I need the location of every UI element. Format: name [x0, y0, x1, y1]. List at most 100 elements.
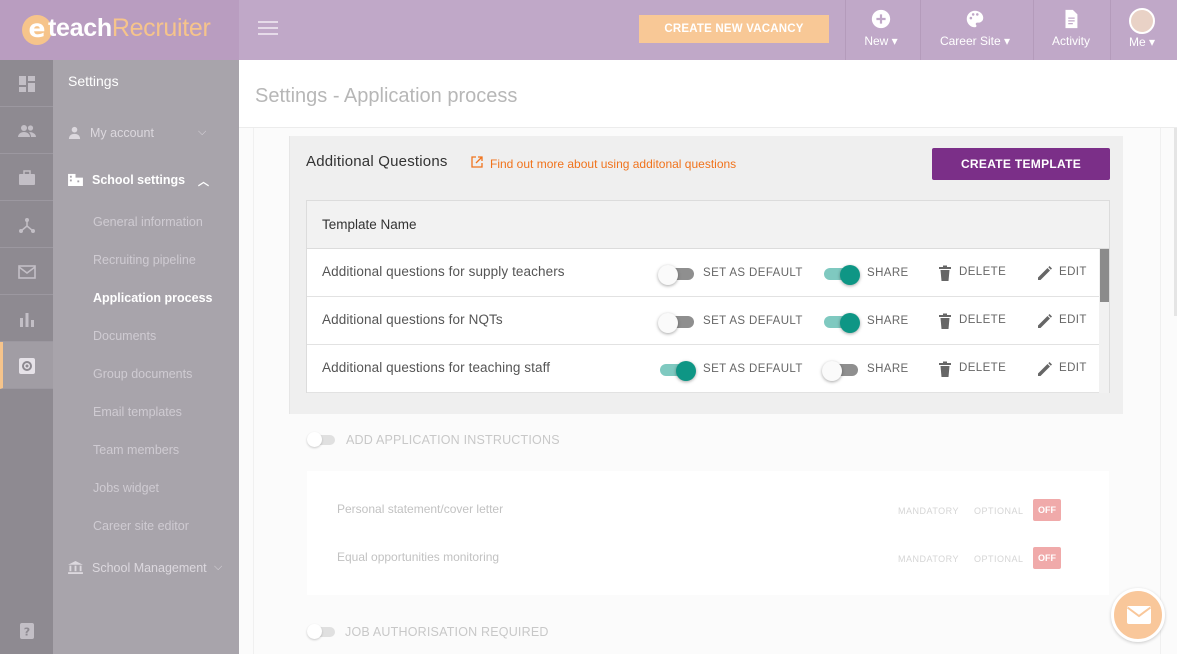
column-header-template-name: Template Name: [322, 217, 417, 232]
menu-jobs-widget[interactable]: Jobs widget: [93, 481, 159, 495]
trash-icon[interactable]: [937, 265, 953, 281]
pencil-icon[interactable]: [1037, 265, 1053, 281]
set-default-label: SET AS DEFAULT: [703, 315, 803, 327]
rail-reports[interactable]: [0, 295, 53, 342]
additional-questions-help-link[interactable]: Find out more about using additonal ques…: [490, 157, 736, 171]
edit-button[interactable]: EDIT: [1059, 362, 1087, 374]
rail-help[interactable]: ?: [0, 607, 53, 654]
share-toggle[interactable]: [824, 313, 860, 333]
gear-icon: [19, 358, 35, 374]
share-toggle[interactable]: [822, 361, 858, 381]
brand-logo[interactable]: e teachRecruiter: [0, 0, 239, 60]
trash-icon[interactable]: [937, 313, 953, 329]
menu-career-site-editor[interactable]: Career site editor: [93, 519, 189, 533]
chat-button[interactable]: [1111, 588, 1165, 642]
menu-school-settings-label: School settings: [92, 173, 186, 187]
menu-group-documents[interactable]: Group documents: [93, 367, 192, 381]
dashboard-icon: [19, 76, 35, 92]
job-authorisation-toggle[interactable]: [307, 624, 335, 639]
menu-school-management-label: School Management: [92, 561, 207, 575]
nav-activity[interactable]: Activity: [1044, 0, 1098, 60]
table-row: Additional questions for supply teachers…: [307, 249, 1099, 297]
nav-divider: [1033, 0, 1034, 60]
people-icon: [18, 125, 36, 137]
settings-menu-title: Settings: [68, 73, 119, 89]
pencil-icon[interactable]: [1037, 361, 1053, 377]
share-toggle[interactable]: [824, 265, 860, 285]
instruction-row-label: Equal opportunities monitoring: [337, 550, 500, 564]
instruction-row-label: Personal statement/cover letter: [337, 502, 504, 516]
share-label: SHARE: [867, 315, 909, 327]
rail-pipeline[interactable]: [0, 201, 53, 248]
chevron-down-icon: ⌵: [198, 126, 207, 138]
off-badge[interactable]: OFF: [1033, 499, 1061, 521]
templates-table: Template Name Additional questions for s…: [306, 200, 1110, 393]
menu-documents[interactable]: Documents: [93, 329, 156, 343]
external-link-icon: [471, 156, 483, 168]
menu-email-templates[interactable]: Email templates: [93, 405, 182, 419]
building-icon: [68, 173, 83, 186]
nav-divider: [1110, 0, 1111, 60]
menu-my-account-label: My account: [90, 126, 154, 140]
page-header: Settings - Application process: [239, 60, 1177, 128]
job-authorisation-label: JOB AUTHORISATION REQUIRED: [345, 625, 549, 639]
bar-chart-icon: [20, 313, 34, 327]
rail-candidates[interactable]: [0, 107, 53, 154]
hamburger-menu-icon[interactable]: [258, 21, 278, 37]
menu-school-management[interactable]: School Management ⌵: [68, 561, 222, 575]
edit-button[interactable]: EDIT: [1059, 314, 1087, 326]
set-default-label: SET AS DEFAULT: [703, 363, 803, 375]
share-label: SHARE: [867, 267, 909, 279]
menu-recruiting-pipeline[interactable]: Recruiting pipeline: [93, 253, 196, 267]
delete-button[interactable]: DELETE: [959, 266, 1006, 278]
edit-button[interactable]: EDIT: [1059, 266, 1087, 278]
network-icon: [19, 218, 35, 233]
create-template-button[interactable]: CREATE TEMPLATE: [932, 148, 1110, 180]
menu-my-account[interactable]: My account ⌵: [68, 126, 206, 140]
person-icon: [68, 126, 81, 139]
document-icon: [1065, 9, 1078, 29]
nav-career-site[interactable]: Career Site ▾: [933, 0, 1017, 60]
plus-circle-icon: [871, 9, 891, 29]
set-default-label: SET AS DEFAULT: [703, 267, 803, 279]
set-default-toggle[interactable]: [658, 313, 694, 333]
set-default-toggle[interactable]: [658, 265, 694, 285]
mandatory-option[interactable]: MANDATORY: [898, 554, 959, 564]
menu-school-settings[interactable]: School settings ︿: [68, 173, 209, 188]
template-name: Additional questions for supply teachers: [322, 264, 565, 279]
delete-button[interactable]: DELETE: [959, 314, 1006, 326]
template-name: Additional questions for NQTs: [322, 312, 503, 327]
additional-questions-title: Additional Questions: [306, 153, 448, 170]
create-new-vacancy-button[interactable]: CREATE NEW VACANCY: [639, 15, 829, 43]
application-instructions-toggle[interactable]: [307, 432, 335, 447]
template-name: Additional questions for teaching staff: [322, 360, 551, 375]
nav-me[interactable]: Me ▾: [1118, 0, 1166, 60]
pencil-icon[interactable]: [1037, 313, 1053, 329]
svg-text:?: ?: [24, 626, 30, 639]
briefcase-icon: [19, 170, 35, 185]
delete-button[interactable]: DELETE: [959, 362, 1006, 374]
settings-menu: Settings My account ⌵ School settings ︿ …: [53, 60, 239, 654]
table-row: Additional questions for teaching staff …: [307, 345, 1099, 393]
menu-general-information[interactable]: General information: [93, 215, 203, 229]
optional-option[interactable]: OPTIONAL: [974, 506, 1024, 516]
bank-icon: [68, 561, 83, 574]
optional-option[interactable]: OPTIONAL: [974, 554, 1024, 564]
mandatory-option[interactable]: MANDATORY: [898, 506, 959, 516]
menu-application-process[interactable]: Application process: [93, 291, 212, 305]
icon-rail: ?: [0, 60, 53, 654]
table-scrollbar[interactable]: [1099, 249, 1109, 393]
nav-new[interactable]: New ▾: [855, 0, 907, 60]
table-header: Template Name: [307, 201, 1109, 249]
palette-icon: [966, 10, 984, 28]
avatar: [1129, 8, 1155, 34]
rail-messages[interactable]: [0, 248, 53, 295]
rail-vacancies[interactable]: [0, 154, 53, 201]
off-badge[interactable]: OFF: [1033, 547, 1061, 569]
trash-icon[interactable]: [937, 361, 953, 377]
rail-settings[interactable]: [0, 342, 53, 389]
menu-team-members[interactable]: Team members: [93, 443, 179, 457]
application-instructions-box: [307, 471, 1109, 595]
rail-dashboard[interactable]: [0, 60, 53, 107]
set-default-toggle[interactable]: [660, 361, 696, 381]
